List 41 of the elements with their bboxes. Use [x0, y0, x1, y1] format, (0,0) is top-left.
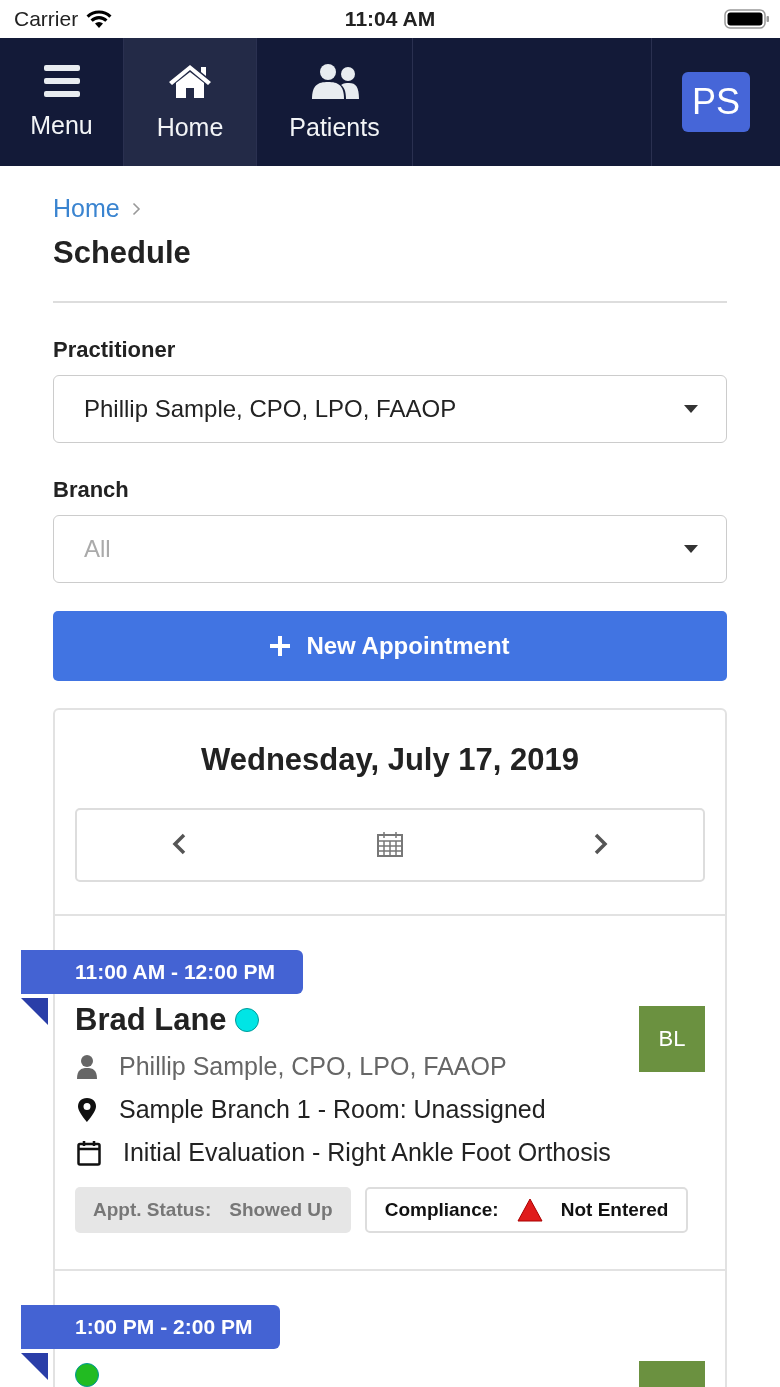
users-icon	[309, 62, 360, 99]
status-label: Appt. Status:	[93, 1199, 212, 1221]
clock-time: 11:04 AM	[344, 7, 436, 31]
new-appointment-button[interactable]: New Appointment	[53, 611, 727, 681]
home-icon	[167, 62, 213, 99]
map-pin-icon	[77, 1097, 97, 1122]
calendar-icon	[77, 1139, 101, 1166]
status-value: Showed Up	[229, 1199, 333, 1221]
appointment-type-text: Initial Evaluation - Right Ankle Foot Orthosis	[123, 1138, 611, 1167]
dropdown-caret-icon	[684, 405, 698, 413]
dropdown-caret-icon	[684, 545, 698, 553]
user-avatar[interactable]: PS	[682, 72, 750, 132]
ribbon-fold	[21, 1353, 48, 1380]
chevron-right-icon	[593, 832, 608, 855]
wifi-icon	[86, 9, 113, 29]
chevron-left-icon	[172, 832, 187, 855]
breadcrumb-link[interactable]: Home	[53, 194, 120, 223]
practitioner-text: Phillip Sample, CPO, LPO, FAAOP	[119, 1052, 507, 1081]
patient-name[interactable]: Brad Lane	[75, 1002, 227, 1038]
plus-icon	[270, 636, 291, 656]
menu-icon	[43, 64, 80, 97]
chevron-icon	[131, 201, 141, 216]
schedule-date: Wednesday, July 17, 2019	[200, 742, 580, 778]
warning-triangle-icon	[516, 1198, 543, 1222]
location-text: Sample Branch 1 - Room: Unassigned	[119, 1095, 546, 1124]
person-icon	[77, 1054, 97, 1079]
practitioner-select[interactable]: Phillip Sample, CPO, LPO, FAAOP	[53, 375, 727, 443]
battery-icon	[724, 9, 770, 29]
calendar-icon	[377, 830, 403, 857]
compliance-label: Compliance:	[384, 1199, 499, 1221]
patient-avatar: BL	[639, 1006, 705, 1072]
ribbon-fold	[21, 998, 48, 1025]
page-title: Schedule	[53, 235, 192, 271]
field-label: Practitioner	[53, 337, 177, 363]
field-label: Branch	[53, 477, 130, 503]
nav-tab[interactable]: Home	[124, 38, 257, 166]
nav-tab[interactable]: Patients	[257, 38, 413, 166]
time-ribbon: 1:00 PM - 2:00 PM	[21, 1305, 281, 1349]
time-ribbon: 11:00 AM - 12:00 PM	[21, 950, 303, 994]
compliance-value: Not Entered	[560, 1199, 669, 1221]
carrier-label: Carrier	[14, 7, 79, 31]
